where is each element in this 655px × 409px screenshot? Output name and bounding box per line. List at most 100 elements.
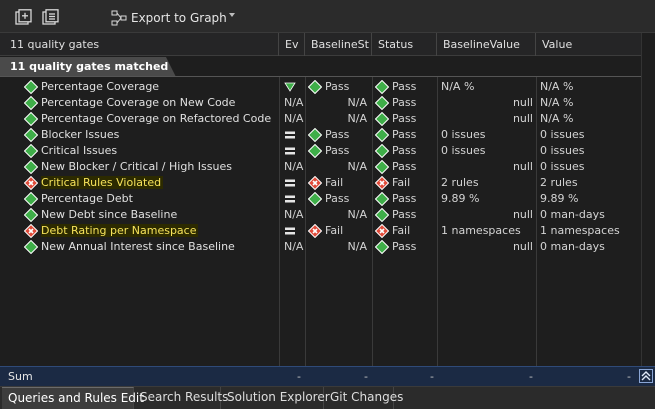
table-row[interactable]: Percentage Coverage on Refactored Code N/… xyxy=(0,111,641,127)
tab-solution-explorer[interactable]: Solution Explorer xyxy=(221,387,330,409)
column-header-status[interactable]: Status xyxy=(372,33,437,56)
pass-diamond-icon xyxy=(374,191,390,207)
trend-equal-icon xyxy=(285,131,295,139)
baseline-status-cell: N/A xyxy=(347,208,367,221)
baseline-value-cell: N/A % xyxy=(441,80,475,93)
status-cell: Pass xyxy=(372,79,436,95)
collapse-all-icon[interactable] xyxy=(42,9,60,25)
column-header-ev[interactable]: Ev xyxy=(279,33,305,56)
value-cell: N/A % xyxy=(540,80,574,93)
baseline-status-cell: N/A xyxy=(347,112,367,125)
gate-name: Percentage Coverage xyxy=(41,80,160,93)
vertical-scrollbar[interactable] xyxy=(641,33,655,366)
baseline-status-cell: Fail xyxy=(305,175,369,191)
expand-all-icon[interactable] xyxy=(15,9,33,25)
trend-equal-icon xyxy=(285,227,295,235)
value-cell: 0 issues xyxy=(540,160,585,173)
gate-fail-icon xyxy=(23,223,39,239)
pass-diamond-icon xyxy=(307,79,323,95)
baseline-status-cell: Pass xyxy=(305,79,369,95)
baseline-value-cell: null xyxy=(512,96,533,109)
pass-diamond-icon xyxy=(307,191,323,207)
gate-pass-icon xyxy=(23,143,39,159)
table-row[interactable]: New Annual Interest since Baseline N/A N/A… xyxy=(0,239,641,255)
evolution-cell xyxy=(284,175,304,191)
status-cell: Pass xyxy=(372,111,436,127)
gate-pass-icon xyxy=(23,207,39,223)
evolution-cell: N/A xyxy=(284,208,304,221)
baseline-value-cell: 2 rules xyxy=(441,176,479,189)
pass-diamond-icon xyxy=(374,79,390,95)
trend-equal-icon xyxy=(285,195,295,203)
baseline-status-cell: Pass xyxy=(305,127,369,143)
evolution-cell xyxy=(284,191,304,207)
trend-equal-icon xyxy=(285,147,295,155)
gate-name: New Annual Interest since Baseline xyxy=(41,240,235,253)
bottom-tab-bar: Queries and Rules Edit Search Results Solu… xyxy=(0,386,655,409)
status-cell: Pass xyxy=(372,159,436,175)
pass-diamond-icon xyxy=(23,207,39,223)
column-header-value[interactable]: Value xyxy=(536,33,641,56)
status-cell: Pass xyxy=(372,95,436,111)
gate-name: Percentage Coverage on New Code xyxy=(41,96,236,109)
pass-diamond-icon xyxy=(374,111,390,127)
baseline-status-cell: Pass xyxy=(305,143,369,159)
sum-ev: - xyxy=(297,370,301,383)
pass-diamond-icon xyxy=(23,239,39,255)
sum-value: - xyxy=(627,370,631,383)
pass-diamond-icon xyxy=(374,143,390,159)
table-row[interactable]: Percentage Coverage on New Code N/A N/A Pas… xyxy=(0,95,641,111)
gate-pass-icon xyxy=(23,95,39,111)
pass-diamond-icon xyxy=(23,111,39,127)
pass-diamond-icon xyxy=(374,127,390,143)
dropdown-arrow-icon[interactable] xyxy=(229,13,235,17)
value-cell: N/A % xyxy=(540,96,574,109)
pass-diamond-icon xyxy=(23,79,39,95)
status-cell: Fail xyxy=(372,223,436,239)
table-row[interactable]: Critical Rules Violated Fail Fail 2 rules 2 … xyxy=(0,175,641,191)
export-to-graph-button[interactable]: Export to Graph xyxy=(111,9,227,27)
value-cell: 0 man-days xyxy=(540,208,605,221)
matched-label: 11 quality gates matched xyxy=(10,60,169,73)
pass-diamond-icon xyxy=(374,239,390,255)
fail-diamond-icon xyxy=(374,223,390,239)
sum-row: Sum - - - - - xyxy=(0,366,655,386)
fail-diamond-icon xyxy=(374,175,390,191)
value-cell: 0 issues xyxy=(540,128,585,141)
table-row[interactable]: Blocker Issues Pass Pass 0 issues 0 issues xyxy=(0,127,641,143)
table-row[interactable]: Percentage Coverage Pass Pass N/A % N/A % xyxy=(0,79,641,95)
table-row[interactable]: New Debt since Baseline N/A N/A Pass null 0 m… xyxy=(0,207,641,223)
value-cell: 0 man-days xyxy=(540,240,605,253)
pass-diamond-icon xyxy=(23,159,39,175)
gate-name: Blocker Issues xyxy=(41,128,120,141)
table-row[interactable]: New Blocker / Critical / High Issues N/A N… xyxy=(0,159,641,175)
evolution-cell: N/A xyxy=(284,160,304,173)
matched-group-header[interactable]: 11 quality gates matched xyxy=(0,57,641,77)
gate-pass-icon xyxy=(23,111,39,127)
tab-queries-and-rules-edit[interactable]: Queries and Rules Edit xyxy=(2,387,144,409)
evolution-cell xyxy=(284,143,304,159)
pass-diamond-icon xyxy=(23,191,39,207)
tab-git-changes[interactable]: Git Changes xyxy=(324,387,403,409)
gate-name: Percentage Debt xyxy=(41,192,133,205)
pass-diamond-icon xyxy=(374,159,390,175)
baseline-value-cell: 9.89 % xyxy=(441,192,480,205)
column-header-baseline-value[interactable]: BaselineValue xyxy=(437,33,536,56)
value-cell: 0 issues xyxy=(540,144,585,157)
status-cell: Pass xyxy=(372,127,436,143)
table-row[interactable]: Critical Issues Pass Pass 0 issues 0 issues xyxy=(0,143,641,159)
table-row[interactable]: Percentage Debt Pass Pass 9.89 % 9.89 % xyxy=(0,191,641,207)
baseline-status-cell: N/A xyxy=(347,96,367,109)
pass-diamond-icon xyxy=(307,127,323,143)
table-row[interactable]: Debt Rating per Namespace Fail Fail 1 names… xyxy=(0,223,641,239)
column-header-baseline-status[interactable]: BaselineSt xyxy=(305,33,372,56)
scroll-to-top-button[interactable] xyxy=(639,369,653,383)
gate-name: Percentage Coverage on Refactored Code xyxy=(41,112,272,125)
sum-status: - xyxy=(430,370,434,383)
column-header-name[interactable]: 11 quality gates xyxy=(0,33,279,56)
gate-fail-icon xyxy=(23,175,39,191)
tab-search-results[interactable]: Search Results xyxy=(134,387,228,409)
evolution-cell xyxy=(284,127,304,143)
baseline-status-cell: Fail xyxy=(305,223,369,239)
gate-name: New Debt since Baseline xyxy=(41,208,178,221)
